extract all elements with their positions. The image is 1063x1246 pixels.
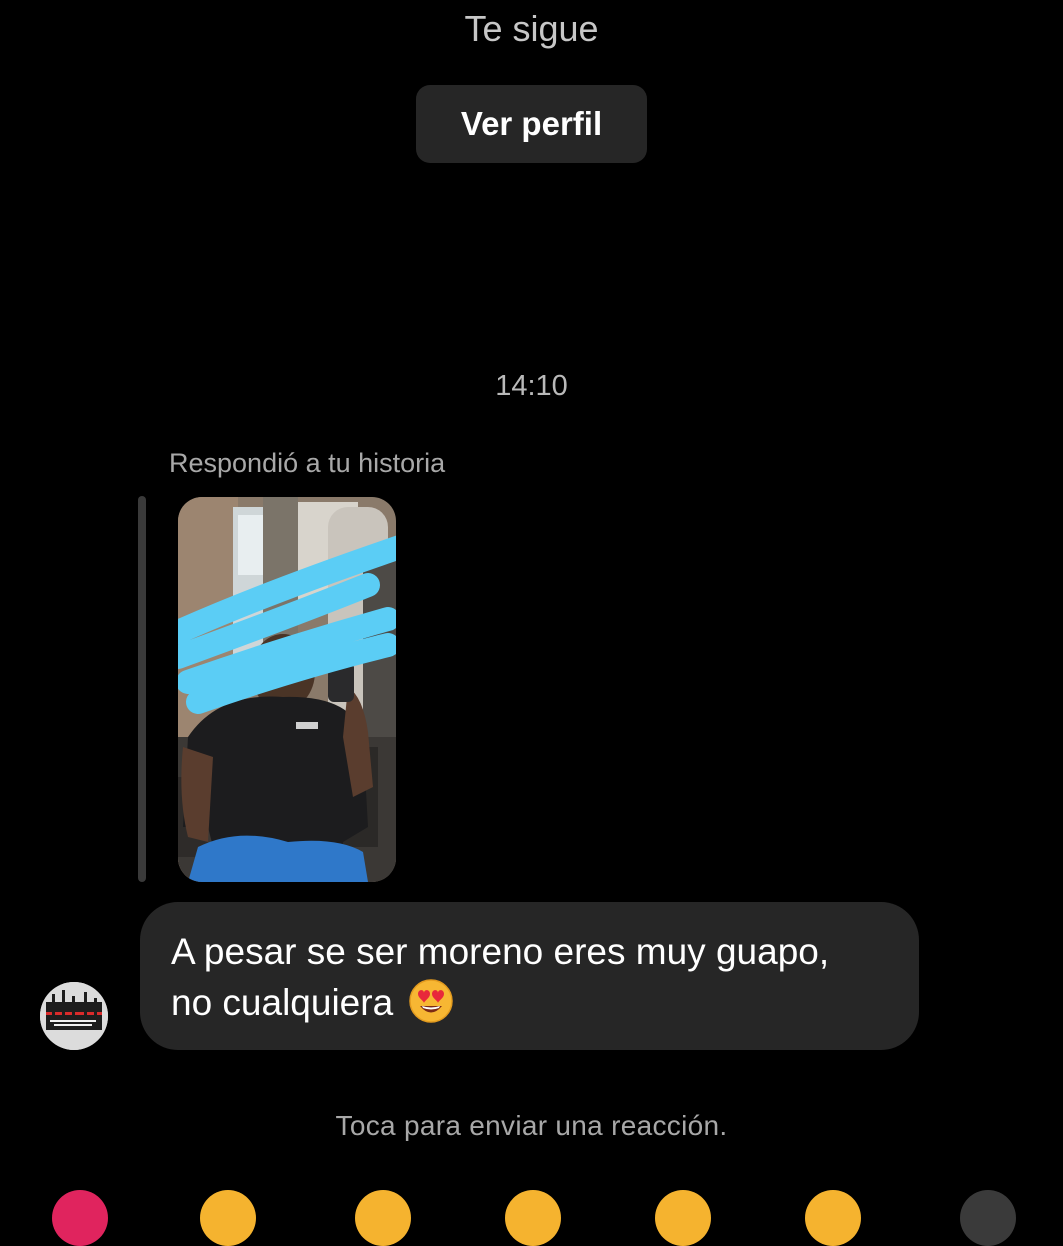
laugh-reaction-icon[interactable]: [200, 1190, 256, 1246]
message-text-line-2: no cualquiera: [171, 977, 887, 1028]
sad-reaction-icon[interactable]: [505, 1190, 561, 1246]
view-profile-button[interactable]: Ver perfil: [416, 85, 647, 163]
heart-reaction-icon[interactable]: [52, 1190, 108, 1246]
angry-reaction-icon[interactable]: [655, 1190, 711, 1246]
reply-indicator-bar: [138, 496, 146, 882]
more-reactions-icon[interactable]: [960, 1190, 1016, 1246]
message-text-line-1: A pesar se ser moreno eres muy guapo,: [171, 931, 830, 972]
story-thumbnail[interactable]: [178, 497, 396, 882]
reaction-bar: [0, 1190, 1063, 1246]
sender-avatar[interactable]: [40, 982, 108, 1050]
wow-reaction-icon[interactable]: [355, 1190, 411, 1246]
message-timestamp: 14:10: [495, 370, 568, 402]
message-bubble[interactable]: A pesar se ser moreno eres muy guapo, no…: [140, 902, 919, 1050]
message-text-line-2-text: no cualquiera: [171, 982, 394, 1023]
follows-you-label: Te sigue: [464, 8, 599, 49]
reaction-hint: Toca para enviar una reacción.: [335, 1110, 728, 1141]
heart-eyes-emoji-icon: [409, 979, 454, 1023]
story-reply-label: Respondió a tu historia: [169, 448, 446, 478]
clap-reaction-icon[interactable]: [805, 1190, 861, 1246]
